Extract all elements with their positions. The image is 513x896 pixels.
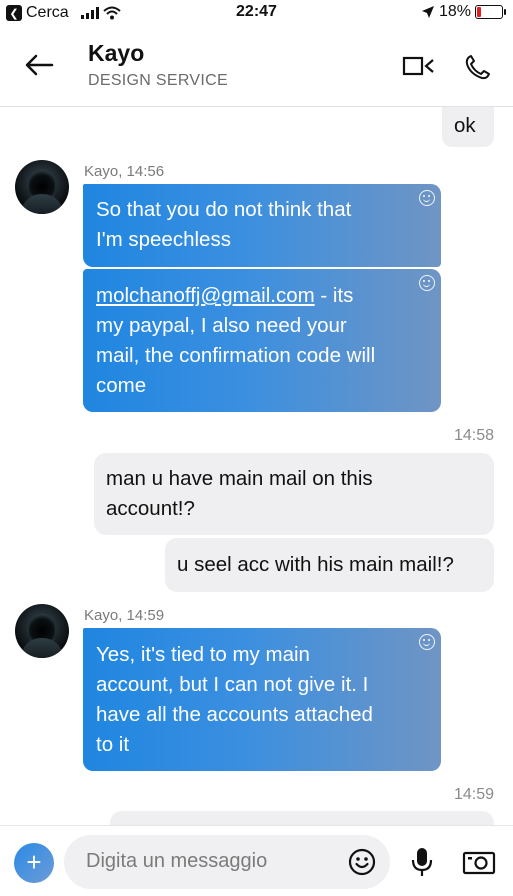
battery-icon <box>475 5 506 19</box>
contact-name[interactable]: Kayo <box>88 40 144 67</box>
microphone-icon[interactable] <box>408 846 436 878</box>
outgoing-message[interactable]: u seel acc with his main mail!? <box>165 538 494 592</box>
incoming-message[interactable]: Yes, it's tied to my main account, but I… <box>83 628 441 771</box>
avatar[interactable] <box>15 604 69 658</box>
back-arrow-icon[interactable] <box>22 48 56 82</box>
message-text: - its <box>314 284 354 307</box>
email-link[interactable]: molchanoffj@gmail.com <box>96 284 315 307</box>
outgoing-message[interactable] <box>110 811 494 825</box>
reaction-icon[interactable] <box>419 190 435 206</box>
message-input[interactable]: Digita un messaggio <box>64 835 390 889</box>
phone-icon[interactable] <box>462 52 492 82</box>
status-bar: ❮ Cerca 22:47 18% <box>0 0 513 26</box>
message-line: mail, the confirmation code will <box>96 344 376 367</box>
message-line: I'm speechless <box>96 228 231 251</box>
battery-fill <box>477 7 481 17</box>
message-line: have all the accounts attached <box>96 703 373 726</box>
emoji-icon[interactable] <box>348 848 376 876</box>
message-text: u seel acc with his main mail!? <box>177 553 454 576</box>
message-line: So that you do not think that <box>96 198 352 221</box>
sender-meta: Kayo, 14:56 <box>84 163 165 180</box>
outgoing-message[interactable]: man u have main mail on this account!? <box>94 453 494 535</box>
reaction-icon[interactable] <box>419 275 435 291</box>
add-attachment-button[interactable]: + <box>14 843 54 883</box>
message-line: to it <box>96 733 130 756</box>
incoming-message[interactable]: molchanoffj@gmail.com - its my paypal, I… <box>83 269 441 412</box>
composer-bar: + Digita un messaggio <box>0 825 513 896</box>
message-line: Yes, it's tied to my main <box>96 643 310 666</box>
battery-percent: 18% <box>438 3 471 20</box>
chat-header: Kayo DESIGN SERVICE <box>0 26 513 107</box>
status-right: 18% <box>421 3 506 21</box>
message-line: come <box>96 374 147 397</box>
timestamp: 14:59 <box>453 786 494 803</box>
message-input-placeholder: Digita un messaggio <box>86 850 268 872</box>
message-line: my paypal, I also need your <box>96 314 347 337</box>
timestamp: 14:58 <box>453 427 494 444</box>
message-list[interactable]: ok Kayo, 14:56 So that you do not think … <box>0 107 513 825</box>
contact-subtitle: DESIGN SERVICE <box>88 72 228 89</box>
video-call-icon[interactable] <box>402 52 436 80</box>
message-text: ok <box>454 114 476 137</box>
avatar[interactable] <box>15 160 69 214</box>
reaction-icon[interactable] <box>419 634 435 650</box>
incoming-message[interactable]: So that you do not think that I'm speech… <box>83 184 441 267</box>
message-line: account, but I can not give it. I <box>96 673 369 696</box>
location-icon <box>421 6 434 18</box>
outgoing-message[interactable]: ok <box>442 107 494 147</box>
message-line: account!? <box>106 497 195 520</box>
camera-icon[interactable] <box>462 848 496 876</box>
message-line: man u have main mail on this <box>106 467 373 490</box>
sender-meta: Kayo, 14:59 <box>84 607 165 624</box>
